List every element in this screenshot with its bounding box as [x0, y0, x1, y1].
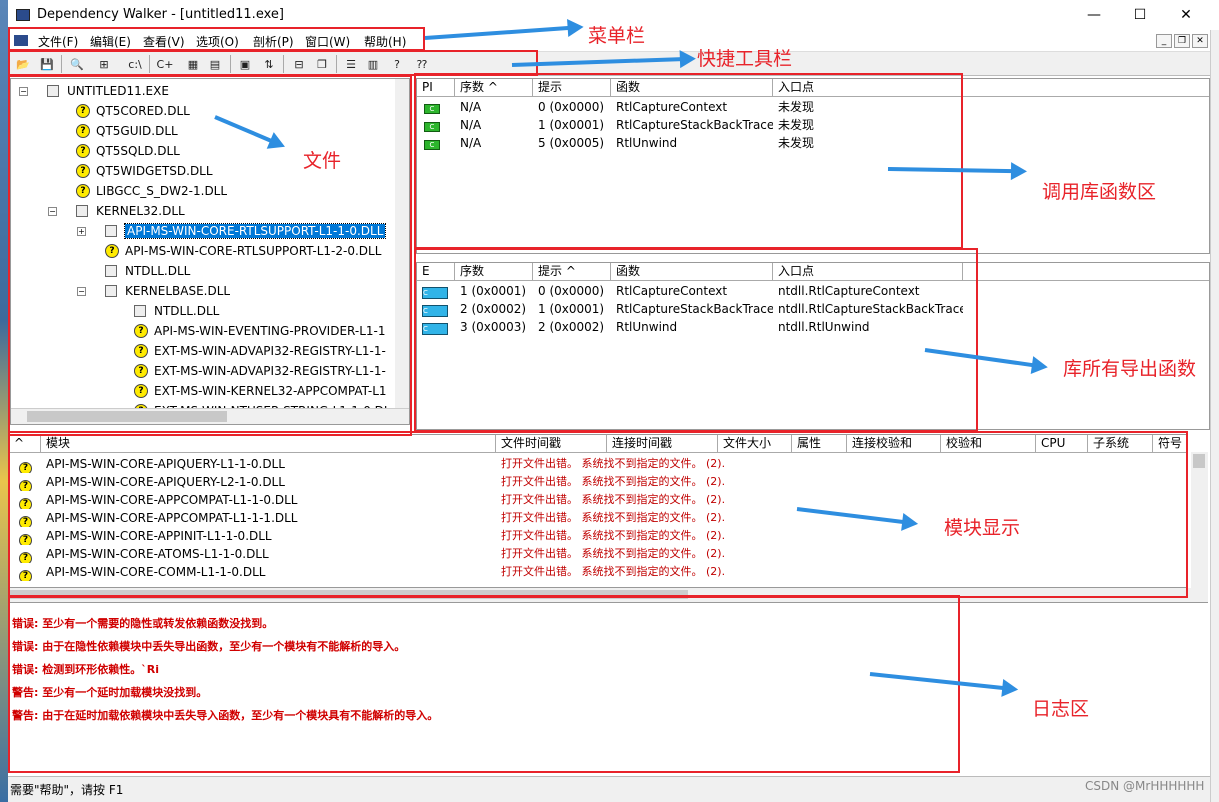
annotation-box-imports — [414, 73, 963, 249]
annotation-label-files: 文件 — [303, 150, 342, 172]
annotation-box-exports — [414, 248, 978, 432]
close-button[interactable]: ✕ — [1163, 0, 1209, 30]
annotation-label-imports: 调用库函数区 — [1042, 181, 1157, 203]
annotation-box-menu — [8, 27, 425, 51]
annotation-label-menu: 菜单栏 — [588, 25, 646, 47]
maximize-button[interactable]: ☐ — [1117, 0, 1163, 30]
annotation-label-toolbar: 快捷工具栏 — [697, 48, 793, 70]
module-scroll-thumb[interactable] — [1193, 454, 1205, 468]
window-title: Dependency Walker - [untitled11.exe] — [37, 7, 284, 22]
status-bar: 需要"帮助"，请按 F1 — [8, 776, 1210, 802]
annotation-box-log — [8, 595, 960, 773]
status-text: 需要"帮助"，请按 F1 — [10, 783, 124, 797]
annotation-box-files — [8, 75, 412, 436]
watermark: CSDN @MrHHHHHH — [1085, 779, 1205, 793]
annotation-label-log: 日志区 — [1032, 698, 1090, 720]
desktop-background-right — [1210, 30, 1219, 802]
annotation-label-exports: 库所有导出函数 — [1063, 358, 1197, 380]
app-icon — [16, 9, 30, 21]
annotation-label-modules: 模块显示 — [944, 517, 1021, 539]
desktop-background — [0, 0, 8, 802]
mdi-restore-button[interactable]: ❐ — [1174, 34, 1190, 48]
mdi-minimize-button[interactable]: _ — [1156, 34, 1172, 48]
minimize-button[interactable]: — — [1071, 0, 1117, 30]
module-vertical-scrollbar[interactable] — [1191, 452, 1208, 588]
mdi-close-button[interactable]: ✕ — [1192, 34, 1208, 48]
